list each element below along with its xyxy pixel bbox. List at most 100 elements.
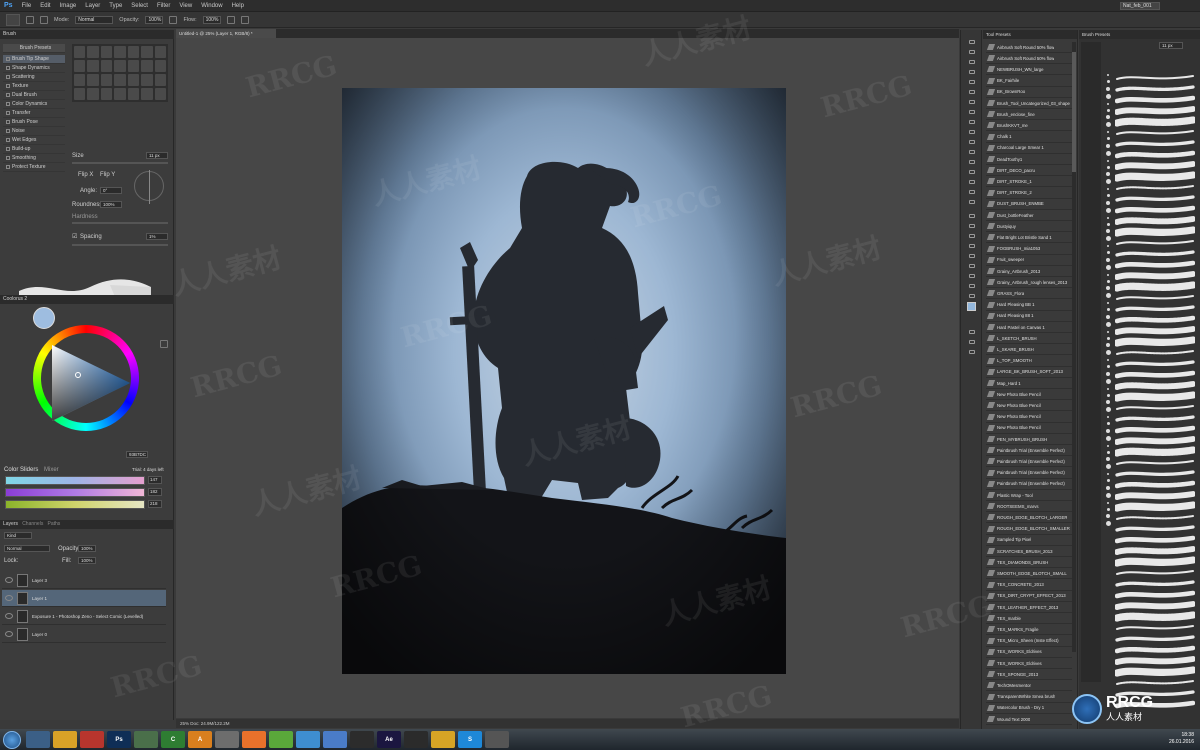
tool-preset-item[interactable]: DeadToothy1: [986, 154, 1072, 165]
checkbox[interactable]: [6, 83, 10, 88]
brush-tip-thumb[interactable]: [114, 60, 126, 72]
menu-help[interactable]: Help: [232, 3, 244, 9]
spacing-checkbox[interactable]: ☑: [72, 233, 77, 240]
tool-preset-item[interactable]: ROOTSEEMS_marvs: [986, 501, 1072, 513]
brush-stroke-sample[interactable]: [1116, 240, 1194, 245]
tool-preset-item[interactable]: Hard Pleasing 88 1: [986, 311, 1072, 322]
brush-tip-thumb[interactable]: [74, 46, 86, 58]
tool-preset-item[interactable]: Grainy_Artbrush_rough lenses_2013: [986, 277, 1072, 289]
brush-stroke-sample[interactable]: [1115, 546, 1195, 555]
brush-tip-thumb[interactable]: [74, 74, 86, 86]
screen-mode-icon[interactable]: [966, 338, 978, 346]
brush-tip-thumb[interactable]: [141, 88, 153, 100]
brush-stroke-sample[interactable]: [1115, 171, 1195, 182]
brush-setting-item[interactable]: Wet Edges: [3, 136, 65, 145]
brush-setting-item[interactable]: Dual Brush: [3, 91, 65, 100]
tab-channels[interactable]: Channels: [22, 521, 43, 527]
brush-tip-thumb[interactable]: [141, 60, 153, 72]
checkbox[interactable]: [6, 164, 10, 169]
brush-tip-thumb[interactable]: [87, 88, 99, 100]
menu-view[interactable]: View: [179, 3, 192, 9]
tool-icon[interactable]: [966, 262, 978, 270]
spacing-slider[interactable]: [72, 244, 168, 246]
tool-preset-item[interactable]: DIRT_STROKE_1: [986, 176, 1072, 188]
tool-preset-item[interactable]: Dustyiquy: [986, 221, 1072, 233]
tool-preset-item[interactable]: SMOOTH_EDGE_BLOTCH_SMALL: [986, 568, 1072, 580]
brush-setting-item[interactable]: Brush Tip Shape: [3, 55, 65, 64]
brush-setting-item[interactable]: Shape Dynamics: [3, 64, 65, 73]
checkbox[interactable]: [6, 119, 10, 124]
brush-tip-thumb[interactable]: [154, 46, 166, 58]
brush-stroke-sample[interactable]: [1115, 491, 1195, 500]
brush-stroke-sample[interactable]: [1115, 95, 1195, 104]
flow-field[interactable]: 100%: [202, 15, 221, 24]
start-button[interactable]: [3, 730, 21, 749]
tool-preset-item[interactable]: DUST_BRUSH_ENMBE: [986, 199, 1072, 210]
brush-stroke-sample[interactable]: [1116, 350, 1194, 355]
brush-setting-item[interactable]: Noise: [3, 127, 65, 136]
tool-icon[interactable]: [966, 292, 978, 300]
taskbar-app-icon[interactable]: [26, 731, 50, 748]
tool-preset-item[interactable]: Airbrush Soft Round 50% flow: [986, 53, 1072, 65]
mixer-tab[interactable]: Mixer: [44, 467, 59, 473]
flip-y-checkbox[interactable]: Flip Y: [100, 172, 115, 178]
brush-stroke-sample[interactable]: [1115, 250, 1195, 257]
brush-stroke-sample[interactable]: [1116, 570, 1194, 575]
tool-preset-item[interactable]: Chalk 1: [986, 132, 1072, 143]
tool-preset-item[interactable]: Dust_bottleFeather: [986, 210, 1072, 221]
brush-stroke-sample[interactable]: [1115, 425, 1195, 434]
tool-preset-item[interactable]: ROUGH_EDGE_BLOTCH_LARGER: [986, 512, 1072, 524]
taskbar-app-icon[interactable]: C: [161, 731, 185, 748]
brush-setting-item[interactable]: Brush Pose: [3, 118, 65, 127]
brush-tip-thumb[interactable]: [114, 88, 126, 100]
brush-tip-thumb[interactable]: [100, 74, 113, 86]
tool-preset-item[interactable]: Paintbrush Trial (Ensemble Perfect): [986, 479, 1072, 490]
brush-tip-thumb[interactable]: [87, 74, 99, 86]
tool-icon[interactable]: [966, 242, 978, 250]
pressure-size-icon[interactable]: [240, 15, 249, 24]
brush-stroke-sample[interactable]: [1115, 360, 1195, 367]
menu-filter[interactable]: Filter: [157, 3, 170, 9]
visibility-eye-icon[interactable]: [5, 577, 13, 583]
slider-hue[interactable]: [5, 476, 145, 485]
brush-tip-thumb[interactable]: [100, 60, 113, 72]
taskbar-app-icon[interactable]: S: [458, 731, 482, 748]
brush-stroke-sample[interactable]: [1115, 281, 1195, 292]
checkbox[interactable]: [6, 65, 10, 70]
brush-tip-thumb[interactable]: [74, 60, 86, 72]
tool-icon[interactable]: [966, 98, 978, 106]
tab-layers[interactable]: Layers: [3, 521, 18, 527]
menu-type[interactable]: Type: [109, 3, 122, 9]
brush-tip-grid[interactable]: [72, 44, 168, 102]
gear-icon[interactable]: [160, 340, 168, 348]
brush-stroke-sample[interactable]: [1115, 271, 1195, 280]
brush-stroke-sample[interactable]: [1116, 460, 1194, 465]
tool-preset-item[interactable]: Wound Text 2000: [986, 714, 1072, 725]
tool-preset-item[interactable]: ROUGH_EDGE_BLOTCH_SMALLER: [986, 524, 1072, 535]
tool-icon[interactable]: [966, 38, 978, 46]
taskbar-app-icon[interactable]: [215, 731, 239, 748]
tool-preset-item[interactable]: TEX_WORKS_Eldrives: [986, 658, 1072, 669]
taskbar-app-icon[interactable]: [323, 731, 347, 748]
menu-file[interactable]: File: [22, 3, 32, 9]
menu-image[interactable]: Image: [60, 3, 77, 9]
artwork-knight-silhouette[interactable]: [342, 88, 786, 674]
document-tab[interactable]: Untitled-1 @ 25% (Layer 1, RGB/8) *: [176, 29, 276, 38]
brush-setting-item[interactable]: Transfer: [3, 109, 65, 118]
screen-mode-icon[interactable]: [966, 348, 978, 356]
brush-stroke-sample[interactable]: [1115, 635, 1195, 642]
brush-presets-tab[interactable]: Brush Presets: [1079, 30, 1200, 39]
tool-preset-item[interactable]: TEX_CONCRETE_2013: [986, 580, 1072, 591]
tool-preset-item[interactable]: TEX_marble: [986, 613, 1072, 625]
color-sliders-tab[interactable]: Color Sliders: [4, 467, 38, 473]
brush-stroke-sample[interactable]: [1115, 205, 1195, 214]
taskbar-app-icon[interactable]: [269, 731, 293, 748]
brush-setting-item[interactable]: Texture: [3, 82, 65, 91]
tool-icon[interactable]: [966, 148, 978, 156]
layer-row[interactable]: Exposure 1 - Photoshop Zeno - Select Com…: [2, 608, 166, 625]
tool-preset-item[interactable]: BrushKKVT_me: [986, 120, 1072, 132]
tool-preset-item[interactable]: TechOMesmentor: [986, 680, 1072, 692]
checkbox[interactable]: [6, 146, 10, 151]
brush-stroke-sample[interactable]: [1116, 185, 1194, 190]
brush-size-field[interactable]: 11 px: [1159, 42, 1183, 49]
